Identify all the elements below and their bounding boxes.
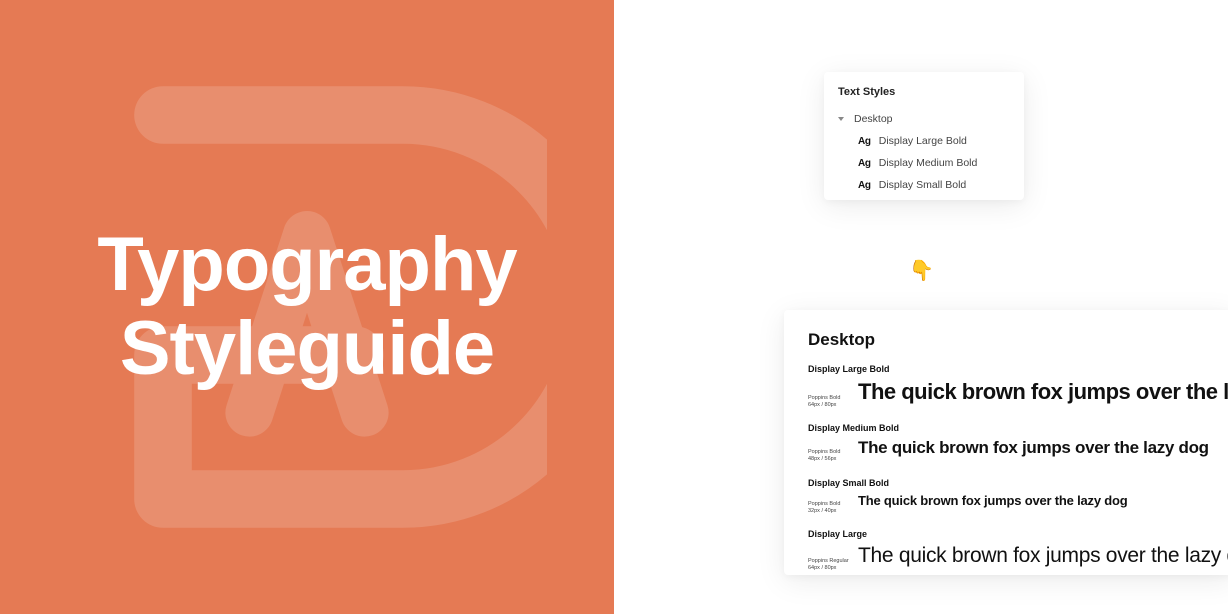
specimen-style-block: Display Large Poppins Regular64px / 80pxT… <box>808 529 1228 572</box>
text-style-label: Display Medium Bold <box>879 157 978 169</box>
specimen-style-block: Display Medium Bold Poppins Bold48px / 56… <box>808 423 1228 463</box>
specimen-style-meta: Poppins Regular64px / 80px <box>808 558 858 572</box>
specimen-sample-text: The quick brown fox jumps over the lazy … <box>858 379 1228 405</box>
text-style-item[interactable]: Ag Display Medium Bold <box>824 152 1024 174</box>
panel-header: Text Styles <box>824 86 1024 108</box>
text-style-item[interactable]: Ag Display Small Bold <box>824 174 1024 196</box>
text-style-label: Display Large Bold <box>879 135 967 147</box>
specimen-style-name: Display Small Bold <box>808 478 1228 488</box>
specimen-style-meta: Poppins Bold48px / 56px <box>808 449 858 463</box>
pointing-down-icon: 👇 <box>909 258 934 283</box>
chevron-down-icon <box>838 117 844 121</box>
specimen-style-name: Display Large <box>808 529 1228 539</box>
specimen-style-block: Display Small Bold Poppins Bold32px / 40p… <box>808 478 1228 515</box>
text-styles-panel: Text Styles Desktop Ag Display Large Bold… <box>824 72 1024 200</box>
specimen-style-name: Display Medium Bold <box>808 423 1228 433</box>
tree-group-label: Desktop <box>854 113 893 125</box>
hero-panel: Typography Styleguide <box>0 0 614 614</box>
specimen-style-meta: Poppins Bold64px / 80px <box>808 395 858 409</box>
specimen-sample-text: The quick brown fox jumps over the lazy … <box>858 544 1228 568</box>
tree-group-desktop[interactable]: Desktop <box>824 108 1024 130</box>
specimen-heading: Desktop <box>808 330 1228 350</box>
specimen-style-meta: Poppins Bold32px / 40px <box>808 501 858 515</box>
specimen-style-block: Display Large Bold Poppins Bold64px / 80p… <box>808 364 1228 409</box>
text-style-item[interactable]: Ag Display Large Bold <box>824 130 1024 152</box>
hero-title: Typography Styleguide <box>97 223 516 390</box>
text-style-glyph-icon: Ag <box>858 136 871 147</box>
specimen-style-name: Display Large Bold <box>808 364 1228 374</box>
preview-panel: Text Styles Desktop Ag Display Large Bold… <box>614 0 1228 614</box>
text-style-glyph-icon: Ag <box>858 180 871 191</box>
text-style-glyph-icon: Ag <box>858 158 871 169</box>
text-style-label: Display Small Bold <box>879 179 967 191</box>
specimen-sample-text: The quick brown fox jumps over the lazy … <box>858 438 1209 458</box>
specimen-card: Desktop Display Large Bold Poppins Bold64… <box>784 310 1228 575</box>
specimen-sample-text: The quick brown fox jumps over the lazy … <box>858 493 1128 508</box>
